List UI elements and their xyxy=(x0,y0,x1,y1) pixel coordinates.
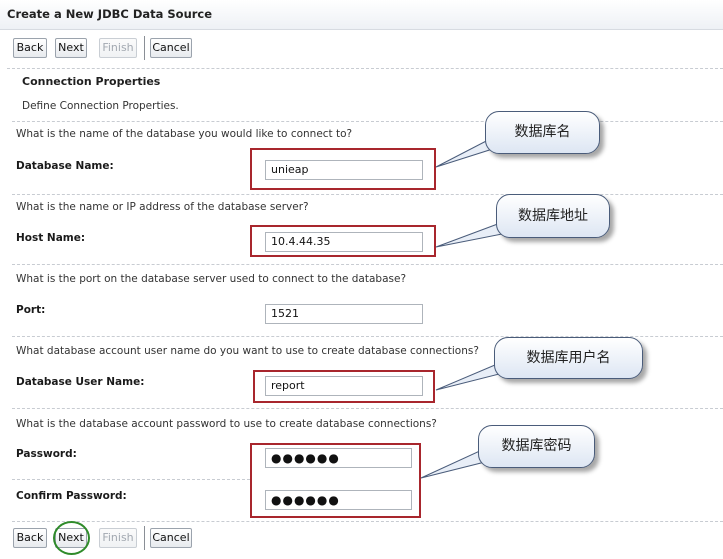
callout-password: 数据库密码 xyxy=(478,425,595,468)
callout-leader-lines xyxy=(420,137,513,479)
callout-host-name: 数据库地址 xyxy=(496,194,610,238)
callout-database-name: 数据库名 xyxy=(485,111,600,154)
callout-user-name: 数据库用户名 xyxy=(494,337,643,379)
